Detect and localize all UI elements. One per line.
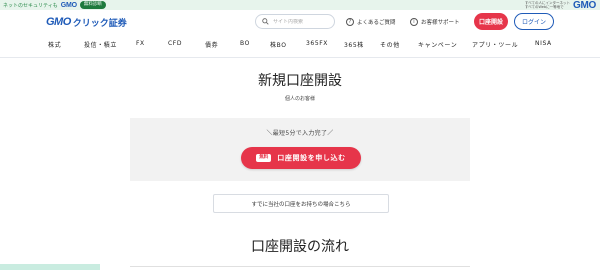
logo-service-name: クリック証券 [72, 18, 127, 29]
section-divider [130, 266, 470, 267]
nav-item-cfd[interactable]: CFD [168, 40, 182, 47]
quick-entry-note: ＼最短5分で入力完了／ [266, 130, 334, 137]
site-search[interactable] [255, 14, 335, 29]
nav-item-stock-bo[interactable]: 株BO [270, 40, 287, 49]
support-link[interactable]: i お客様サポート [410, 16, 460, 27]
free-badge: 無料 [256, 154, 272, 162]
security-promo[interactable]: ネットのセキュリティも GMO 無料診断 [3, 0, 106, 10]
site-logo[interactable]: GMO クリック証券 [46, 14, 127, 30]
question-icon: ? [346, 17, 354, 26]
application-panel: ＼最短5分で入力完了／ 無料 口座開設を申し込む [130, 118, 470, 181]
header-divider [0, 57, 600, 58]
search-icon[interactable] [262, 18, 269, 25]
gmo-group-banner[interactable]: すべての人にインターネット すべてのWebに一等地で GMO [524, 0, 596, 11]
flow-section-title: 口座開設の流れ [251, 239, 349, 255]
free-diagnosis-pill[interactable]: 無料診断 [79, 1, 106, 9]
gmo-group-tagline: すべての人にインターネット すべてのWebに一等地で [524, 1, 570, 9]
nav-item-bonds[interactable]: 債券 [205, 40, 218, 49]
apply-account-button[interactable]: 無料 口座開設を申し込む [241, 147, 361, 169]
nav-item-funds[interactable]: 投信・積立 [84, 40, 117, 49]
nav-item-stocks[interactable]: 株式 [48, 40, 61, 49]
logo-gmo: GMO [46, 16, 71, 28]
nav-item-365stock[interactable]: 365株 [344, 40, 364, 49]
global-nav: 株式 投信・積立 FX CFD 債券 BO 株BO 365FX 365株 その他… [0, 40, 600, 52]
corner-decoration [0, 264, 100, 270]
nav-item-365fx[interactable]: 365FX [306, 40, 328, 47]
nav-item-fx[interactable]: FX [136, 40, 145, 47]
nav-item-campaign[interactable]: キャンペーン [418, 40, 457, 49]
support-label: お客様サポート [421, 19, 460, 26]
nav-item-nisa[interactable]: NISA [535, 40, 552, 47]
nav-item-other[interactable]: その他 [380, 40, 400, 49]
top-promo-bar: ネットのセキュリティも GMO 無料診断 すべての人にインターネット すべてのW… [0, 0, 600, 11]
page-subtitle: 個人のお客様 [284, 96, 315, 102]
gmo-small-logo: GMO [60, 1, 77, 9]
nav-item-apps-tools[interactable]: アプリ・ツール [472, 40, 518, 49]
nav-item-bo[interactable]: BO [240, 40, 250, 47]
gmo-large-logo: GMO [573, 0, 596, 11]
faq-label: よくあるご質問 [357, 19, 396, 26]
apply-account-label: 口座開設を申し込む [277, 154, 346, 162]
search-input[interactable] [273, 18, 333, 25]
page-title: 新規口座開設 [258, 73, 342, 89]
support-icon: i [410, 17, 418, 26]
login-button[interactable]: ログイン [514, 13, 554, 30]
open-account-button[interactable]: 口座開設 [474, 13, 508, 30]
faq-link[interactable]: ? よくあるご質問 [346, 16, 396, 27]
security-promo-text: ネットのセキュリティも [3, 2, 58, 9]
existing-account-button[interactable]: すでに当社の口座をお持ちの場合こちら [213, 194, 389, 213]
